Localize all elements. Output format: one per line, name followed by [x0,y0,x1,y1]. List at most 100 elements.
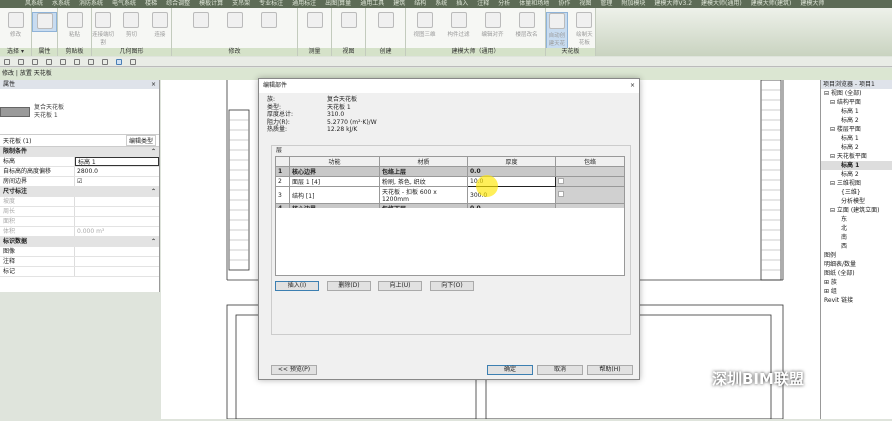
ribbon-button[interactable] [32,12,57,32]
ribbon-tab[interactable]: 专业标注 [259,0,283,8]
property-value[interactable]: 标高 1 [75,157,159,166]
layer-mat[interactable]: 包络上层 [379,166,468,177]
layer-n[interactable]: 1 [275,166,290,177]
browser-tree-item[interactable]: 标高 2 [821,116,892,125]
layer-wraps[interactable] [555,176,625,187]
browser-tree-item[interactable]: 西 [821,242,892,251]
ribbon-tab[interactable]: 电气系统 [112,0,136,8]
ribbon-tab[interactable]: 模板计算 [199,0,223,8]
ok-button[interactable]: 确定 [487,365,533,375]
ribbon-tab[interactable]: 插入 [456,0,468,8]
ribbon-tab[interactable]: 通用标注 [292,0,316,8]
ribbon-tab[interactable]: 建筑 [393,0,405,8]
ribbon-button[interactable]: 编辑对齐 [479,12,507,38]
ribbon-button[interactable] [301,12,329,30]
undo-icon[interactable] [46,58,52,65]
layer-func[interactable]: 面层 1 [4] [289,176,380,187]
measure-icon[interactable] [74,58,80,65]
browser-tree-item[interactable]: ⊟ 楼层平面 [821,125,892,134]
ribbon-button[interactable]: 构件过滤 [445,12,473,38]
ribbon-button[interactable]: 修改 [2,12,30,38]
ribbon-button[interactable]: 楼层改名 [513,12,541,38]
delete-button[interactable]: 删除(D) [327,281,371,291]
ribbon-button[interactable] [221,12,249,30]
ribbon-tab[interactable]: 管理 [600,0,612,8]
layer-func[interactable]: 结构 [1] [289,186,380,204]
ribbon-tab[interactable]: 支吊架 [232,0,250,8]
property-group-header[interactable]: 限制条件 ⌃ [0,147,159,157]
layer-wraps[interactable] [555,186,625,204]
ribbon-button[interactable]: 绘制天花板 [574,12,595,46]
ribbon-tab[interactable]: 楼梯 [145,0,157,8]
close-icon[interactable]: × [151,80,156,89]
insert-button[interactable]: 插入(I) [275,281,319,291]
ribbon-tab[interactable]: 协作 [558,0,570,8]
property-group-header[interactable]: 标识数据 ⌃ [0,237,159,247]
save-icon[interactable] [18,58,24,65]
ribbon-button[interactable]: 连接端切割 [92,12,114,46]
browser-tree-item[interactable]: {三维} [821,188,892,197]
ribbon-button[interactable]: 剪切 [120,12,142,38]
open-icon[interactable] [4,58,10,65]
ribbon-tab[interactable]: 体量和场地 [519,0,549,8]
browser-tree-item[interactable]: 南 [821,233,892,242]
property-value[interactable] [75,267,159,276]
browser-tree-item[interactable]: 北 [821,224,892,233]
ribbon-button[interactable] [372,12,400,30]
ribbon-tab[interactable]: 建模大师(通用) [701,0,742,8]
property-value[interactable] [75,247,159,256]
browser-tree-item[interactable]: ⊟ 三维视图 [821,179,892,188]
ribbon-tab[interactable]: 综合调整 [166,0,190,8]
ribbon-tab[interactable]: 风系统 [25,0,43,8]
collapse-icon[interactable]: ⌃ [151,237,156,246]
collapse-icon[interactable]: ⌃ [151,187,156,196]
3d-view-icon[interactable] [102,58,108,65]
ribbon-button[interactable]: 连接 [149,12,171,38]
thin-lines-icon[interactable] [116,58,122,65]
layer-func[interactable]: 核心边界 [289,166,380,177]
browser-tree-item[interactable]: ⊟ 天花板平面 [821,152,892,161]
preview-button[interactable]: << 预览(P) [271,365,317,375]
browser-tree-item[interactable]: 图纸 (全部) [821,269,892,278]
ribbon-button[interactable]: 视图三维 [411,12,439,38]
instance-filter-dropdown[interactable]: 天花板 (1) [3,136,31,145]
browser-tree-item[interactable]: 标高 2 [821,170,892,179]
property-value[interactable] [75,257,159,266]
browser-tree-item[interactable]: 标高 1 [821,134,892,143]
ribbon-tab[interactable]: 附加模块 [621,0,645,8]
edit-type-button[interactable]: 编辑类型 [125,135,156,146]
close-icon[interactable]: × [630,79,635,93]
help-button[interactable]: 帮助(H) [587,365,633,375]
layer-row[interactable]: 3 结构 [1] 天花板 - 扣板 600 x 1200mm 300.0 [275,186,625,204]
ribbon-button[interactable]: 粘贴 [61,12,89,38]
layer-n[interactable]: 2 [275,176,290,187]
redo-icon[interactable] [60,58,66,65]
browser-tree-item[interactable]: 明细表/数量 [821,260,892,269]
ribbon-button[interactable] [187,12,215,30]
ribbon-button[interactable] [255,12,283,30]
wraps-checkbox[interactable] [558,177,564,184]
browser-tree-item[interactable]: 标高 1 [821,107,892,116]
ribbon-tab[interactable]: 视图 [579,0,591,8]
ribbon-tab[interactable]: 消防系统 [79,0,103,8]
ribbon-tab[interactable]: 分析 [498,0,510,8]
browser-tree-item[interactable]: 分析模型 [821,197,892,206]
ribbon-tab[interactable]: 通用工具 [360,0,384,8]
property-group-header[interactable]: 尺寸标注 ⌃ [0,187,159,197]
browser-tree-item[interactable]: 图例 [821,251,892,260]
cancel-button[interactable]: 取消 [537,365,583,375]
sync-icon[interactable] [32,58,38,65]
type-selector[interactable]: 复合天花板 天花板 1 [0,89,159,135]
collapse-icon[interactable]: ⌃ [151,147,156,156]
browser-tree-item[interactable]: 标高 1 [821,161,892,170]
text-icon[interactable] [88,58,94,65]
browser-tree-item[interactable]: Revit 链接 [821,296,892,305]
browser-tree-item[interactable]: 东 [821,215,892,224]
ribbon-tab[interactable]: 系统 [435,0,447,8]
browser-tree-item[interactable]: ⊞ 族 [821,278,892,287]
property-value[interactable]: ☑ [75,177,159,186]
browser-tree-item[interactable]: 标高 2 [821,143,892,152]
ribbon-tab[interactable]: 注释 [477,0,489,8]
layer-mat[interactable]: 粉刷, 茶色, 织纹 [379,176,468,187]
layer-thk[interactable]: 0.0 [467,166,556,177]
